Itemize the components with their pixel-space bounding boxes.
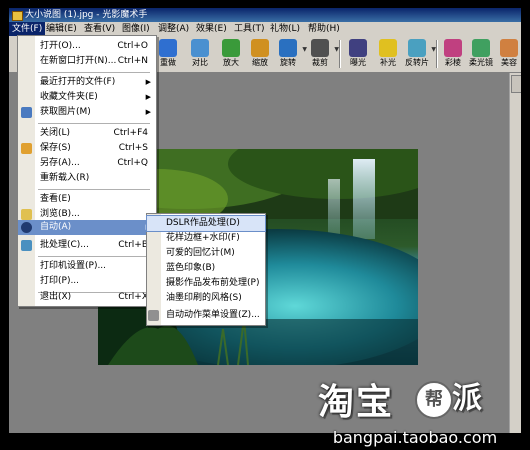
menu-item-print[interactable]: 打印(P)... xyxy=(18,274,156,289)
menu-image[interactable]: 图像(I) xyxy=(119,22,153,36)
rotate-button[interactable]: 旋转 ▼ xyxy=(272,38,307,70)
menu-view[interactable]: 查看(V) xyxy=(81,22,118,36)
rotate-icon xyxy=(279,39,297,57)
resize-icon xyxy=(251,39,269,57)
file-menu: 打开(O)... Ctrl+O 在新窗口打开(N)... Ctrl+N 最近打开的文… xyxy=(17,35,157,307)
chevron-right-icon: ▶ xyxy=(145,108,151,116)
menu-item-batch[interactable]: 批处理(C)... Ctrl+B xyxy=(18,238,156,253)
reversal-film-button[interactable]: 反转片 ▼ xyxy=(401,38,436,70)
window-title: 大小说图 (1).jpg - 光影魔术手 xyxy=(25,10,148,20)
menu-item-favorite-folders[interactable]: 收藏文件夹(E) ▶ xyxy=(18,90,156,105)
film-icon xyxy=(408,39,426,57)
menu-edit[interactable]: 编辑(E) xyxy=(43,22,80,36)
title-bar[interactable]: 大小说图 (1).jpg - 光影魔术手 xyxy=(9,8,521,22)
chevron-right-icon: ▶ xyxy=(145,78,151,86)
menu-bar: 文件(F) 编辑(E) 查看(V) 图像(I) 调整(A) 效果(E) 工具(T… xyxy=(9,22,521,36)
compare-icon xyxy=(191,39,209,57)
menu-file[interactable]: 文件(F) xyxy=(9,22,46,36)
menu-tools[interactable]: 工具(T) xyxy=(231,22,268,36)
menu-item-view[interactable]: 查看(E) xyxy=(18,192,156,207)
menu-item-save-as[interactable]: 另存(A)... Ctrl+Q xyxy=(18,156,156,171)
crop-icon xyxy=(311,39,329,57)
submenu-item-dslr[interactable]: DSLR作品处理(D) xyxy=(146,215,266,232)
menu-item-open-new-window[interactable]: 在新窗口打开(N)... Ctrl+N xyxy=(18,54,156,69)
scanner-icon xyxy=(21,107,32,118)
watermark-logo: 淘宝 xyxy=(318,382,395,423)
redo-icon xyxy=(159,39,177,57)
save-icon xyxy=(21,143,32,154)
app-icon xyxy=(12,11,23,21)
gear-icon xyxy=(21,222,32,233)
menu-adjust[interactable]: 调整(A) xyxy=(155,22,192,36)
menu-item-printer-setup[interactable]: 打印机设置(P)... xyxy=(18,259,156,274)
scrollbar-thumb[interactable] xyxy=(511,75,521,93)
beauty-icon xyxy=(500,39,518,57)
submenu-item-blue-impression[interactable]: 蓝色印象(B) xyxy=(147,261,265,276)
menu-effect[interactable]: 效果(E) xyxy=(193,22,230,36)
soft-focus-icon xyxy=(472,39,490,57)
menu-item-close[interactable]: 关闭(L) Ctrl+F4 xyxy=(18,126,156,141)
exposure-icon xyxy=(349,39,367,57)
submenu-item-memory[interactable]: 可爱的回忆计(M) xyxy=(147,246,265,261)
menu-item-acquire-image[interactable]: 获取图片(M) ▶ xyxy=(18,105,156,120)
chevron-right-icon: ▶ xyxy=(145,93,151,101)
batch-icon xyxy=(21,240,32,251)
lightbulb-icon xyxy=(379,39,397,57)
compare-button[interactable]: 对比 xyxy=(184,38,216,70)
crop-button[interactable]: 裁剪 ▼ xyxy=(304,38,339,70)
menu-item-auto[interactable]: 自动(A)▶ xyxy=(18,220,156,235)
magnifier-icon xyxy=(222,39,240,57)
zoom-in-button[interactable]: 放大 xyxy=(215,38,247,70)
exposure-button[interactable]: 曝光 xyxy=(342,38,374,70)
watermark-url: bangpai.taobao.com xyxy=(332,428,498,447)
fill-light-button[interactable]: 补光 xyxy=(372,38,404,70)
menu-item-recent-files[interactable]: 最近打开的文件(F) ▶ xyxy=(18,75,156,90)
submenu-item-auto-settings[interactable]: 自动动作菜单设置(Z)... xyxy=(147,308,265,323)
beauty-button[interactable]: 美容 xyxy=(493,38,521,70)
submenu-item-pre-publish[interactable]: 摄影作品发布前处理(P) xyxy=(147,276,265,291)
auto-submenu: DSLR作品处理(D) 花样边框+水印(F) 可爱的回忆计(M) 蓝色印象(B)… xyxy=(146,213,266,326)
watermark: 淘宝 帮 派 bangpai.taobao.com xyxy=(300,355,530,450)
submenu-item-border-watermark[interactable]: 花样边框+水印(F) xyxy=(147,231,265,246)
menu-separator xyxy=(38,256,150,257)
menu-separator xyxy=(38,123,150,124)
settings-icon xyxy=(148,310,159,321)
watermark-suffix: 派 xyxy=(452,381,482,416)
watermark-badge: 帮 xyxy=(415,381,453,419)
toolbar-divider xyxy=(339,40,341,68)
menu-separator xyxy=(38,189,150,190)
menu-item-reload[interactable]: 重新载入(R) xyxy=(18,171,156,186)
submenu-item-ink-print[interactable]: 油墨印刷的风格(S) xyxy=(147,291,265,306)
prism-icon xyxy=(444,39,462,57)
menu-gift[interactable]: 礼物(L) xyxy=(267,22,303,36)
menu-item-save[interactable]: 保存(S) Ctrl+S xyxy=(18,141,156,156)
menu-help[interactable]: 帮助(H) xyxy=(305,22,343,36)
menu-item-exit[interactable]: 退出(X) Ctrl+X xyxy=(18,290,156,305)
folder-icon xyxy=(21,209,32,220)
menu-separator xyxy=(38,72,150,73)
menu-item-open[interactable]: 打开(O)... Ctrl+O xyxy=(18,39,156,54)
